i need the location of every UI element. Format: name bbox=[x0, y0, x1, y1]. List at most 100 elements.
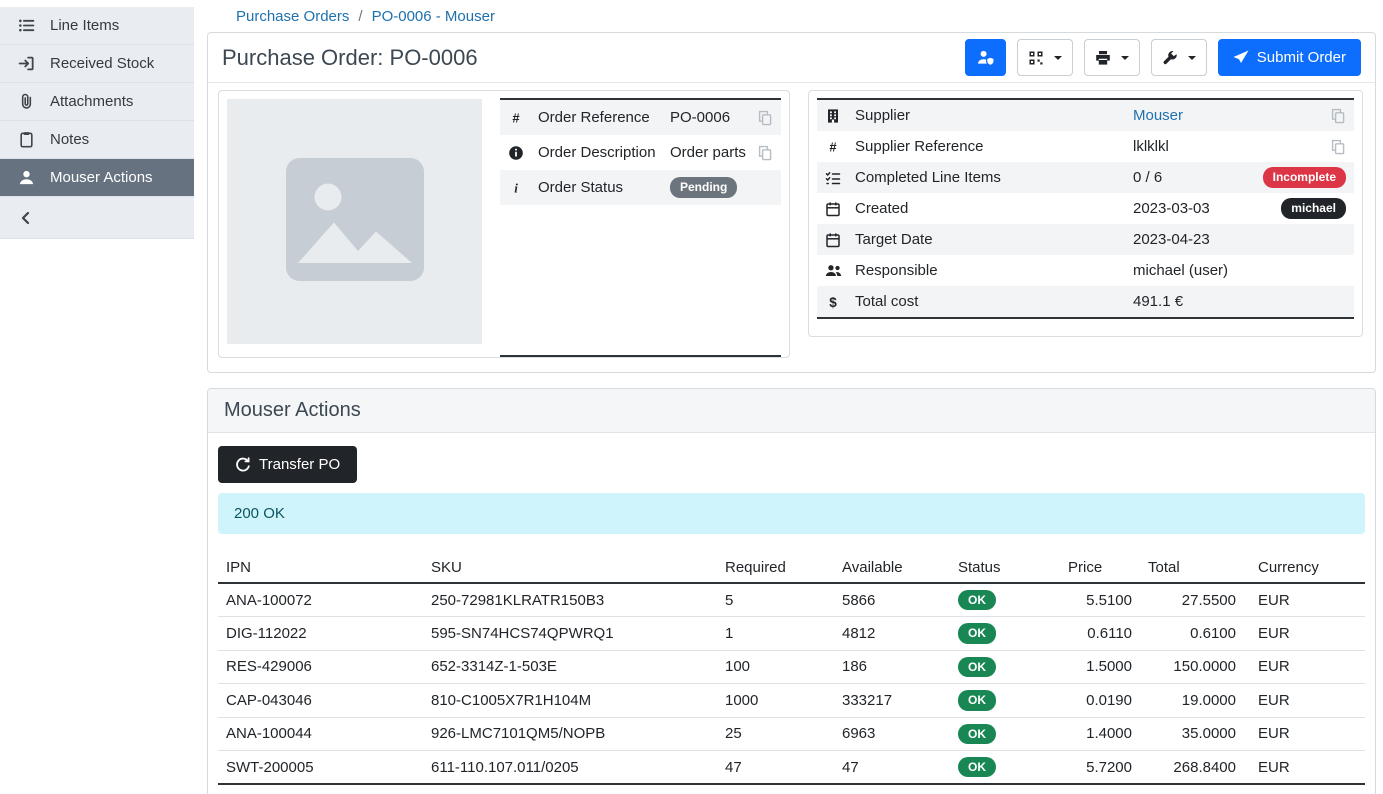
sidebar-item-line-items[interactable]: Line Items bbox=[0, 7, 194, 45]
breadcrumb: Purchase Orders / PO-0006 - Mouser bbox=[207, 6, 1376, 32]
sidebar-item-attachments[interactable]: Attachments bbox=[0, 83, 194, 121]
sidebar-item-received-stock[interactable]: Received Stock bbox=[0, 45, 194, 83]
submit-order-button[interactable]: Submit Order bbox=[1218, 39, 1361, 76]
image-icon bbox=[280, 152, 430, 292]
svg-text:$: $ bbox=[829, 294, 837, 309]
cell-status: OK bbox=[950, 684, 1060, 717]
copy-button[interactable] bbox=[1330, 139, 1346, 155]
cell-ipn: ANA-100044 bbox=[218, 717, 423, 750]
cell-total: 27.5500 bbox=[1140, 583, 1244, 617]
detail-extra bbox=[757, 110, 773, 126]
detail-row-responsible: Responsiblemichael (user) bbox=[817, 255, 1354, 286]
supplier-details-card: SupplierMouser#Supplier Referencelklklkl… bbox=[808, 90, 1363, 337]
supplier-details-table: SupplierMouser#Supplier Referencelklklkl… bbox=[817, 98, 1354, 319]
cell-status: OK bbox=[950, 717, 1060, 750]
breadcrumb-link-purchase-orders[interactable]: Purchase Orders bbox=[236, 8, 349, 25]
info-circle-icon bbox=[508, 145, 538, 161]
breadcrumb-link-current-order[interactable]: PO-0006 - Mouser bbox=[372, 8, 495, 25]
cell-price: 1.4000 bbox=[1060, 717, 1140, 750]
copy-button[interactable] bbox=[757, 110, 773, 126]
cell-price: 0.0190 bbox=[1060, 684, 1140, 717]
user-icon bbox=[17, 169, 35, 187]
printer-icon bbox=[1095, 50, 1111, 66]
copy-button[interactable] bbox=[1330, 108, 1346, 124]
user-actions-button[interactable] bbox=[965, 39, 1006, 76]
table-footer-cell bbox=[834, 784, 950, 794]
checklist-icon bbox=[825, 170, 855, 186]
column-header-total: Total bbox=[1140, 555, 1244, 583]
cell-available: 5866 bbox=[834, 583, 950, 617]
detail-label: Order Status bbox=[538, 179, 670, 196]
purchase-order-panel-header: Purchase Order: PO-0006 Submit Order bbox=[208, 33, 1375, 83]
copy-button[interactable] bbox=[757, 145, 773, 161]
transfer-po-button[interactable]: Transfer PO bbox=[218, 446, 357, 483]
cell-available: 47 bbox=[834, 750, 950, 784]
cell-ipn: RES-429006 bbox=[218, 650, 423, 683]
dollar-icon: $ bbox=[825, 294, 855, 310]
ok-badge: OK bbox=[958, 657, 996, 677]
detail-label: Supplier Reference bbox=[855, 138, 1133, 155]
cell-required: 1 bbox=[717, 617, 834, 650]
cell-currency: EUR bbox=[1244, 750, 1365, 784]
table-row: ANA-100072250-72981KLRATR150B355866OK5.5… bbox=[218, 583, 1365, 617]
qr-icon bbox=[1028, 50, 1044, 66]
cell-currency: EUR bbox=[1244, 684, 1365, 717]
order-details-table: #Order ReferencePO-0006Order Description… bbox=[500, 98, 781, 357]
cell-sku: 250-72981KLRATR150B3 bbox=[423, 583, 717, 617]
ok-badge: OK bbox=[958, 724, 996, 744]
caret-down-icon bbox=[1121, 56, 1129, 60]
panel-title: Mouser Actions bbox=[224, 399, 1359, 422]
sidebar-item-notes[interactable]: Notes bbox=[0, 121, 194, 159]
cell-total: 19.0000 bbox=[1140, 684, 1244, 717]
breadcrumb-separator: / bbox=[358, 8, 362, 25]
detail-row-target-date: Target Date2023-04-23 bbox=[817, 224, 1354, 255]
sidebar-item-mouser-actions[interactable]: Mouser Actions bbox=[0, 159, 194, 197]
ok-badge: OK bbox=[958, 623, 996, 643]
cell-price: 5.5100 bbox=[1060, 583, 1140, 617]
barcode-actions-button[interactable] bbox=[1017, 39, 1073, 76]
cell-required: 5 bbox=[717, 583, 834, 617]
clipboard-icon bbox=[17, 131, 35, 149]
detail-label: Supplier bbox=[855, 107, 1133, 124]
cell-ipn: CAP-043046 bbox=[218, 684, 423, 717]
pending-badge: Pending bbox=[670, 177, 737, 197]
order-settings-button[interactable] bbox=[1151, 39, 1207, 76]
ok-badge: OK bbox=[958, 690, 996, 710]
detail-extra: Incomplete bbox=[1263, 167, 1346, 187]
table-row: DIG-112022595-SN74HCS74QPWRQ114812OK0.61… bbox=[218, 617, 1365, 650]
cell-status: OK bbox=[950, 650, 1060, 683]
refresh-icon bbox=[235, 457, 251, 473]
supplier-link[interactable]: Mouser bbox=[1133, 107, 1183, 124]
paperclip-icon bbox=[17, 93, 35, 111]
print-actions-button[interactable] bbox=[1084, 39, 1140, 76]
detail-extra bbox=[757, 145, 773, 161]
calendar-icon bbox=[825, 232, 855, 248]
building-icon bbox=[825, 108, 855, 124]
cell-currency: EUR bbox=[1244, 717, 1365, 750]
detail-extra bbox=[1330, 139, 1346, 155]
purchase-order-panel: Purchase Order: PO-0006 Submit Order #Or… bbox=[207, 32, 1376, 373]
detail-value: PO-0006 bbox=[670, 109, 757, 126]
sidebar-item-label: Line Items bbox=[50, 17, 119, 34]
cell-price: 0.6110 bbox=[1060, 617, 1140, 650]
cell-total: 0.6100 bbox=[1140, 617, 1244, 650]
detail-row-total-cost: $Total cost491.1 € bbox=[817, 286, 1354, 317]
ok-badge: OK bbox=[958, 757, 996, 777]
cell-sku: 810-C1005X7R1H104M bbox=[423, 684, 717, 717]
sidebar-menu: Line Items Received StockAttachmentsNotes… bbox=[0, 7, 194, 197]
cell-status: OK bbox=[950, 750, 1060, 784]
table-footer-label: Total bbox=[218, 784, 423, 794]
table-row: RES-429006652-3314Z-1-503E100186OK1.5000… bbox=[218, 650, 1365, 683]
cell-currency: EUR bbox=[1244, 617, 1365, 650]
detail-value: 2023-03-03 bbox=[1133, 200, 1281, 217]
column-header-currency: Currency bbox=[1244, 555, 1365, 583]
cell-available: 186 bbox=[834, 650, 950, 683]
cell-currency: EUR bbox=[1244, 650, 1365, 683]
sidebar-collapse-button[interactable] bbox=[0, 197, 194, 239]
detail-label: Total cost bbox=[855, 293, 1133, 310]
detail-value: 2023-04-23 bbox=[1133, 231, 1346, 248]
cell-available: 333217 bbox=[834, 684, 950, 717]
table-footer-cell bbox=[1060, 784, 1140, 794]
caret-down-icon bbox=[1054, 56, 1062, 60]
table-footer-cell bbox=[950, 784, 1060, 794]
